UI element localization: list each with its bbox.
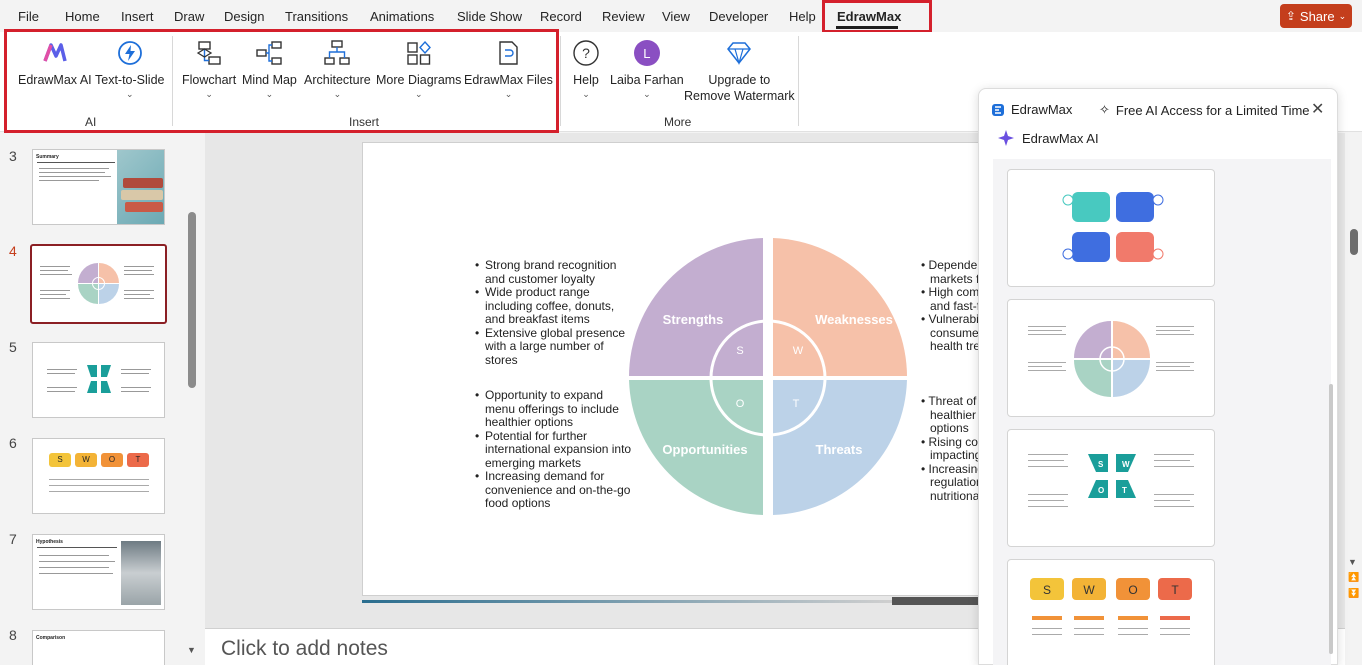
slide-thumbnail-7[interactable]: Hypothesis (32, 534, 165, 610)
tab-review[interactable]: Review (602, 9, 645, 24)
svg-text:?: ? (582, 45, 590, 61)
photo-collage (121, 541, 161, 605)
tab-design[interactable]: Design (224, 9, 264, 24)
slide-number: 6 (9, 435, 17, 451)
slide-thumbnails-pane: 3 Summary 4 5 6 S W O T 7 Hypothesis 8 C… (0, 133, 200, 665)
list-item: Potential for further international expa… (475, 429, 635, 471)
card-letter-o: O (1128, 583, 1137, 597)
panel-tab-edrawmax[interactable]: EdrawMax (991, 102, 1072, 117)
slide-number: 7 (9, 531, 17, 547)
card-letter-t: T (1122, 486, 1127, 495)
tab-developer[interactable]: Developer (709, 9, 768, 24)
group-label-more: More (664, 115, 692, 129)
swot-label-threats: Threats (816, 442, 863, 457)
tab-help[interactable]: Help (789, 9, 816, 24)
tab-view[interactable]: View (662, 9, 690, 24)
template-list: S W O T S W O T (993, 159, 1331, 665)
editor-scrollbar[interactable] (1345, 133, 1362, 665)
template-card[interactable] (1007, 169, 1215, 287)
swot-letter-s: S (736, 345, 743, 357)
strengths-text[interactable]: Strong brand recognition and customer lo… (475, 258, 635, 368)
edrawmax-logo-icon (992, 103, 1004, 116)
thumbnails-scrollbar[interactable] (188, 212, 196, 388)
card-letter-w: W (1083, 583, 1095, 597)
chevron-down-icon: ⌄ (582, 89, 590, 99)
card-letter-s: S (1098, 460, 1104, 469)
slide-thumbnail-3[interactable]: Summary (32, 149, 165, 225)
group-separator (798, 36, 799, 126)
editor-scroll-thumb[interactable] (1350, 229, 1358, 255)
tab-record[interactable]: Record (540, 9, 582, 24)
tab-transitions[interactable]: Transitions (285, 9, 348, 24)
list-item: Opportunity to expand menu offerings to … (475, 388, 635, 430)
slide-number: 8 (9, 627, 17, 643)
template-card[interactable] (1007, 299, 1215, 417)
share-label: Share (1299, 8, 1335, 24)
next-slide-icon[interactable]: ⏬ (1348, 588, 1359, 599)
avatar: L (633, 40, 660, 66)
list-item: Wide product range including coffee, don… (475, 285, 635, 327)
help-button[interactable]: ? Help ⌄ (571, 38, 601, 99)
panel-scrollbar[interactable] (1329, 384, 1333, 654)
list-item: Strong brand recognition and customer lo… (475, 258, 635, 286)
share-button[interactable]: ⇪ Share ⌄ (1280, 4, 1352, 28)
previous-slide-icon[interactable]: ⏫ (1348, 572, 1359, 583)
current-slide[interactable]: Strengths Weaknesses Opportunities Threa… (362, 142, 983, 597)
scroll-down-arrow[interactable]: ▼ (187, 645, 196, 655)
swot-letter-o: O (736, 398, 745, 410)
tab-insert[interactable]: Insert (121, 9, 154, 24)
opportunities-text[interactable]: Opportunity to expand menu offerings to … (475, 388, 635, 511)
books-image (117, 150, 164, 224)
card-letter-t: T (1171, 583, 1179, 597)
swot-label-opportunities: Opportunities (662, 442, 747, 457)
swot-diagram[interactable]: Strengths Weaknesses Opportunities Threa… (363, 143, 983, 597)
upgrade-button[interactable]: Upgrade to Remove Watermark (684, 38, 795, 104)
tab-draw[interactable]: Draw (174, 9, 204, 24)
swot-label-weaknesses: Weaknesses (815, 312, 893, 327)
slide-thumbnail-8[interactable]: Comparison (32, 630, 165, 665)
card-letter-o: O (1098, 486, 1104, 495)
list-item: Extensive global presence with a large n… (475, 326, 635, 368)
edrawmax-ai-header[interactable]: EdrawMax AI (997, 129, 1099, 147)
slide-thumbnail-5[interactable] (32, 342, 165, 418)
tab-file[interactable]: File (18, 9, 39, 24)
tab-home[interactable]: Home (65, 9, 100, 24)
card-letter-w: W (1122, 460, 1130, 469)
group-separator (560, 36, 561, 126)
card-letter-s: S (1043, 583, 1051, 597)
notes-placeholder: Click to add notes (221, 637, 388, 660)
chevron-down-icon: ⌄ (643, 89, 651, 99)
scroll-down-arrow[interactable]: ▼ (1348, 557, 1357, 567)
slide-thumbnail-4[interactable] (30, 244, 167, 324)
slide-thumbnail-6[interactable]: S W O T (32, 438, 165, 514)
chevron-down-icon: ⌄ (1338, 10, 1347, 21)
menu-bar: File Home Insert Draw Design Transitions… (0, 0, 1362, 33)
tab-animations[interactable]: Animations (370, 9, 434, 24)
swot-letter-w: W (793, 345, 804, 357)
swot-label-strengths: Strengths (663, 312, 724, 327)
slide-number: 3 (9, 148, 17, 164)
slide-number: 5 (9, 339, 17, 355)
list-item: Increasing demand for convenience and on… (475, 469, 635, 511)
close-icon[interactable]: ✕ (1311, 99, 1324, 119)
share-icon: ⇪ (1285, 9, 1296, 23)
panel-tab-free-ai[interactable]: ✧ Free AI Access for a Limited Time (1099, 102, 1310, 118)
user-account-button[interactable]: L Laiba Farhan ⌄ (610, 38, 684, 99)
help-icon: ? (571, 38, 601, 68)
diamond-icon (724, 38, 754, 68)
sparkle-icon: ✧ (1099, 102, 1110, 117)
template-card[interactable]: S W O T (1007, 429, 1215, 547)
swot-letter-t: T (793, 398, 800, 410)
highlight-box-ribbon (4, 29, 559, 133)
weaknesses-text[interactable]: • Dependen markets fo • High comp and fa… (921, 259, 983, 354)
slide-footer-bar (362, 597, 982, 605)
highlight-box-tab (822, 0, 932, 33)
threats-text[interactable]: • Threat of healthier f options • Rising… (921, 395, 983, 503)
template-card[interactable]: S W O T (1007, 559, 1215, 665)
ai-sparkle-icon (998, 130, 1014, 146)
edrawmax-panel: EdrawMax ✧ Free AI Access for a Limited … (978, 88, 1338, 665)
slide-number-selected: 4 (9, 243, 17, 259)
tab-slide-show[interactable]: Slide Show (457, 9, 522, 24)
